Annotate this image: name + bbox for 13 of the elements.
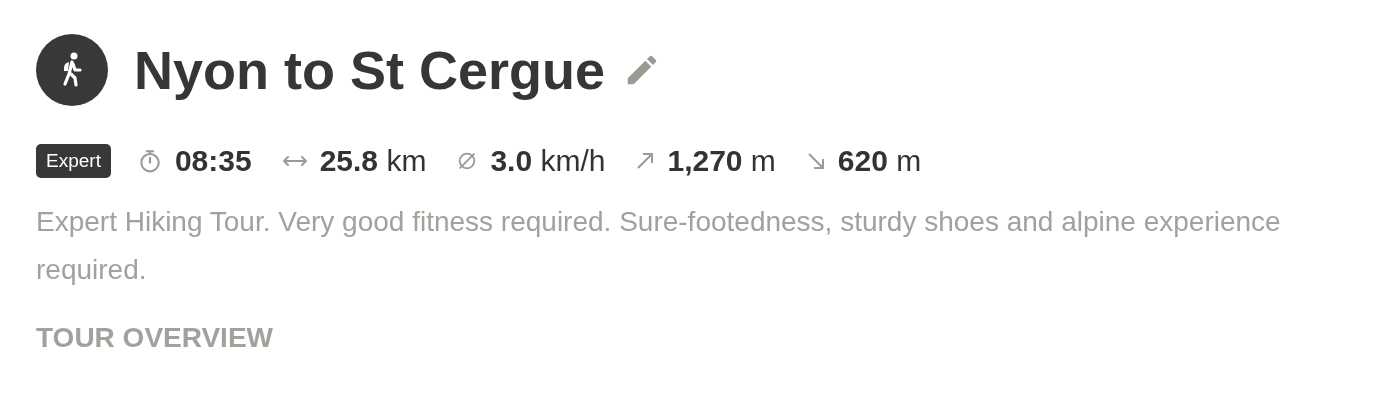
arrow-up-right-icon <box>635 151 656 171</box>
stat-value: 620 m <box>837 144 922 178</box>
hiker-icon <box>36 34 108 106</box>
difficulty-badge: Expert <box>36 144 111 178</box>
section-heading: TOUR OVERVIEW <box>36 322 274 354</box>
stat-value: 3.0 km/h <box>490 144 606 178</box>
double-arrow-icon <box>281 154 308 168</box>
stat-value: 1,270 m <box>667 144 776 178</box>
stat-value: 08:35 <box>174 144 252 178</box>
tour-description: Expert Hiking Tour. Very good fitness required. Sure-footedness, sturdy shoes and alpine experience required. <box>36 205 1282 287</box>
arrow-down-right-icon <box>805 151 826 171</box>
stat-value: 25.8 km <box>319 144 427 178</box>
tour-title: Nyon to St Cergue <box>134 39 606 101</box>
